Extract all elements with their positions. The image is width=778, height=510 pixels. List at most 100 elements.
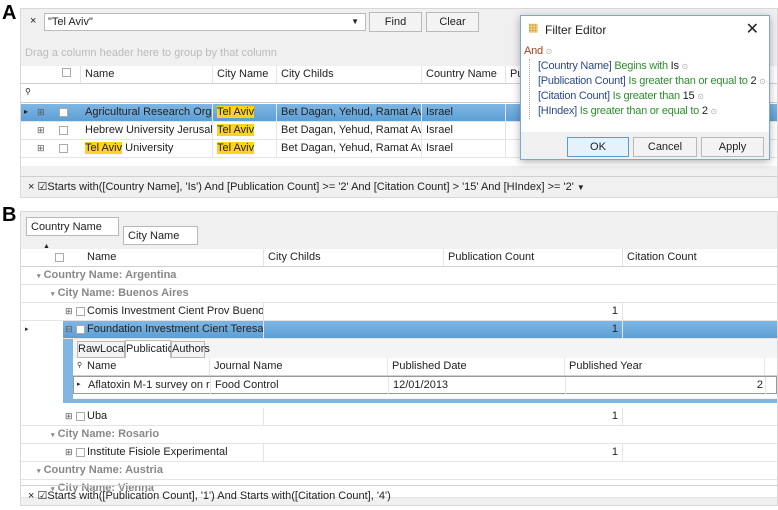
ok-button[interactable]: OK [567, 137, 629, 157]
tab-rawlocation[interactable]: RawLocation [77, 341, 142, 358]
group-row-city[interactable]: ▾ City Name: Buenos Aires [21, 285, 777, 303]
group-row-country[interactable]: ▾ Country Name: Austria [21, 462, 777, 480]
filter-text[interactable]: Starts with([Country Name], 'Is') And [P… [47, 181, 573, 193]
remove-icon[interactable]: ⊙ [682, 62, 689, 71]
condition[interactable]: [Publication Count] Is greater than or e… [538, 74, 766, 89]
condition-field[interactable]: [Country Name] [538, 60, 612, 72]
tab-publications[interactable]: Publications [125, 340, 185, 358]
remove-icon[interactable]: ⊙ [697, 92, 704, 101]
select-all-checkbox[interactable] [55, 253, 64, 262]
expand-icon[interactable]: ⊞ [65, 306, 73, 317]
expand-icon[interactable]: ⊞ [37, 143, 45, 154]
column-header-name[interactable]: Name [83, 249, 264, 266]
dialog-title: Filter Editor [545, 23, 607, 37]
cell-childs: Bet Dagan, Yehud, Ramat Avi... [277, 140, 422, 157]
row-checkbox[interactable] [59, 126, 68, 135]
clear-filter-icon[interactable]: × [28, 490, 34, 502]
collapse-icon[interactable]: ▾ [51, 291, 55, 298]
expand-icon[interactable]: ⊞ [37, 125, 45, 136]
table-row-selected[interactable]: ⊟ Foundation Investment Cient Teresa B..… [63, 321, 777, 339]
collapse-detail-icon[interactable]: ⊟ [65, 324, 73, 335]
highlight: Tel Aviv [85, 142, 123, 154]
condition-value[interactable]: 2 [702, 105, 708, 117]
condition[interactable]: [Citation Count] Is greater than 15 ⊙ [538, 89, 766, 104]
filter-panel: × ☑Starts with([Country Name], 'Is') And… [21, 176, 777, 198]
remove-icon[interactable]: ⊙ [711, 107, 718, 116]
group-button-label: Country Name [31, 221, 102, 233]
detail-column-year[interactable]: Published Year [565, 358, 765, 375]
filter-text[interactable]: Starts with([Publication Count], '1') An… [47, 490, 390, 502]
filter-tree: And ⊙ [Country Name] Begins with Is ⊙ [P… [524, 44, 766, 119]
detail-column-name[interactable]: Name [83, 358, 210, 375]
condition-value[interactable]: 15 [683, 90, 695, 102]
condition[interactable]: [Country Name] Begins with Is ⊙ [538, 59, 766, 74]
search-input[interactable]: "Tel Aviv" ▼ [44, 13, 366, 31]
apply-button[interactable]: Apply [701, 137, 764, 157]
expand-icon[interactable]: ⊞ [37, 107, 45, 118]
cell-country: Israel [422, 140, 506, 157]
clear-button[interactable]: Clear [426, 12, 479, 32]
find-button[interactable]: Find [369, 12, 422, 32]
clear-filter-icon[interactable]: × [28, 181, 34, 193]
group-row-city[interactable]: ▾ City Name: Rosario [21, 426, 777, 444]
cell-city: Tel Aviv [217, 106, 255, 118]
group-row-country[interactable]: ▾ Country Name: Argentina [21, 267, 777, 285]
column-header-citation-count[interactable]: Citation Count [623, 249, 778, 266]
cell-publication-count: 1 [444, 303, 623, 320]
expand-icon[interactable]: ⊞ [65, 447, 73, 458]
remove-icon[interactable]: ⊙ [759, 77, 766, 86]
cancel-button[interactable]: Cancel [633, 137, 697, 157]
collapse-icon[interactable]: ▾ [37, 273, 41, 280]
column-header-city-childs[interactable]: City Childs [277, 66, 422, 83]
column-header-city-name[interactable]: City Name [213, 66, 277, 83]
condition-operator[interactable]: Is greater than or equal to [628, 75, 747, 87]
cell-city: Tel Aviv [217, 142, 255, 154]
search-value: "Tel Aviv" [48, 16, 93, 28]
cell-name: Aflatoxin M-1 survey on randomly col... [84, 377, 211, 394]
condition-field[interactable]: [Publication Count] [538, 75, 626, 87]
filter-dropdown-icon[interactable]: ▼ [577, 183, 585, 192]
column-header-publication-count[interactable]: Publication Count [444, 249, 623, 266]
select-all-checkbox[interactable] [62, 68, 71, 77]
table-row[interactable]: ⊞ Institute Fisiole Experimental 1 [21, 444, 777, 462]
condition[interactable]: [HIndex] Is greater than or equal to 2 ⊙ [538, 104, 766, 119]
table-row[interactable]: ⊞ Comis Investment Cient Prov Buenos ...… [21, 303, 777, 321]
close-icon[interactable]: ✕ [746, 19, 759, 39]
cell-name: Institute Fisiole Experimental [83, 444, 264, 461]
condition-operator[interactable]: Begins with [614, 60, 668, 72]
add-icon[interactable]: ⊙ [546, 47, 553, 56]
group-button-city-name[interactable]: City Name ▲ [123, 226, 198, 259]
condition-field[interactable]: [Citation Count] [538, 90, 610, 102]
condition-field[interactable]: [HIndex] [538, 105, 577, 117]
collapse-icon[interactable]: ▾ [37, 468, 41, 475]
condition-operator[interactable]: Is greater than or equal to [580, 105, 699, 117]
column-header-country-name[interactable]: Country Name [422, 66, 506, 83]
row-checkbox[interactable] [59, 144, 68, 153]
row-checkbox[interactable] [59, 108, 68, 117]
cell-name: Tel Aviv University [81, 140, 213, 157]
panel-b-label: B [2, 204, 17, 226]
collapse-icon[interactable]: ▾ [51, 432, 55, 439]
cell-childs: Bet Dagan, Yehud, Ramat Avi... [277, 122, 422, 139]
expand-icon[interactable]: ⊞ [65, 411, 73, 422]
group-button-country-name[interactable]: Country Name ▲ [26, 217, 119, 250]
group-label: City Name: Rosario [57, 428, 160, 440]
tab-authors[interactable]: Authors [171, 341, 210, 358]
table-row[interactable]: ⊞ Uba 1 [21, 408, 777, 426]
filter-panel: × ☑Starts with([Publication Count], '1')… [21, 485, 777, 506]
condition-value[interactable]: 2 [750, 75, 756, 87]
grid-b: Country Name ▲ City Name ▲ Name City Chi… [20, 211, 778, 506]
detail-row[interactable]: ▸ Aflatoxin M-1 survey on randomly col..… [73, 376, 777, 394]
condition-value[interactable]: Is [671, 60, 679, 72]
detail-column-journal[interactable]: Journal Name [210, 358, 388, 375]
column-header-name[interactable]: Name [81, 66, 213, 83]
dropdown-arrow-icon[interactable]: ▼ [351, 14, 359, 30]
detail-column-date[interactable]: Published Date [388, 358, 565, 375]
filter-enabled-checkbox[interactable]: ☑ [38, 181, 48, 193]
group-operator[interactable]: And [524, 45, 543, 57]
cell-name: Uba [83, 408, 264, 425]
filter-enabled-checkbox[interactable]: ☑ [38, 490, 48, 502]
condition-operator[interactable]: Is greater than [613, 90, 680, 102]
clear-search-icon[interactable]: × [30, 15, 36, 27]
column-header-city-childs[interactable]: City Childs [264, 249, 444, 266]
